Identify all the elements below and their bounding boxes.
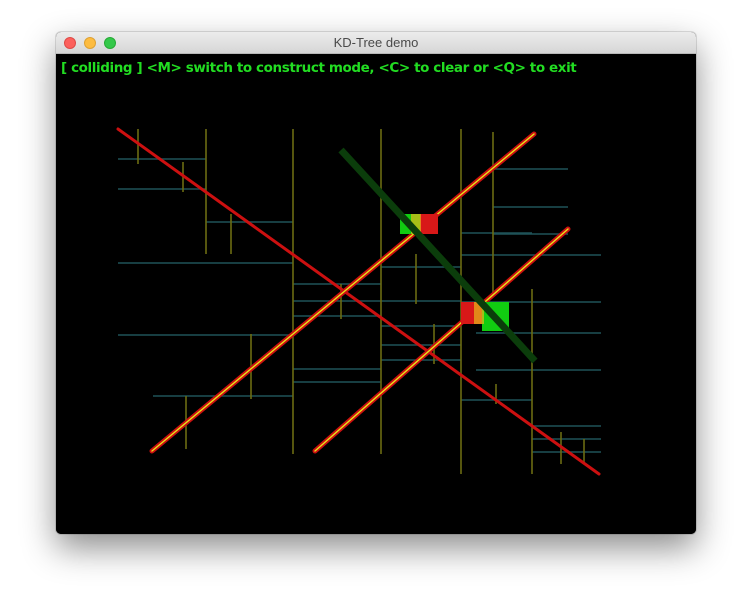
- window-title: KD-Tree demo: [333, 35, 419, 50]
- status-instructions: <M> switch to construct mode, <C> to cle…: [142, 60, 577, 76]
- status-state: [ colliding ]: [61, 60, 143, 76]
- status-line: [ colliding ] <M> switch to construct mo…: [61, 60, 577, 76]
- app-window: KD-Tree demo [colliding] <M> switch to…: [56, 32, 696, 534]
- kd-tree-canvas[interactable]: [ colliding ] <M> switch to construct mo…: [56, 54, 696, 534]
- title-bar[interactable]: KD-Tree demo: [56, 32, 696, 54]
- kd-tree-scene: [116, 127, 601, 476]
- horizontal-split-lines: [118, 158, 601, 453]
